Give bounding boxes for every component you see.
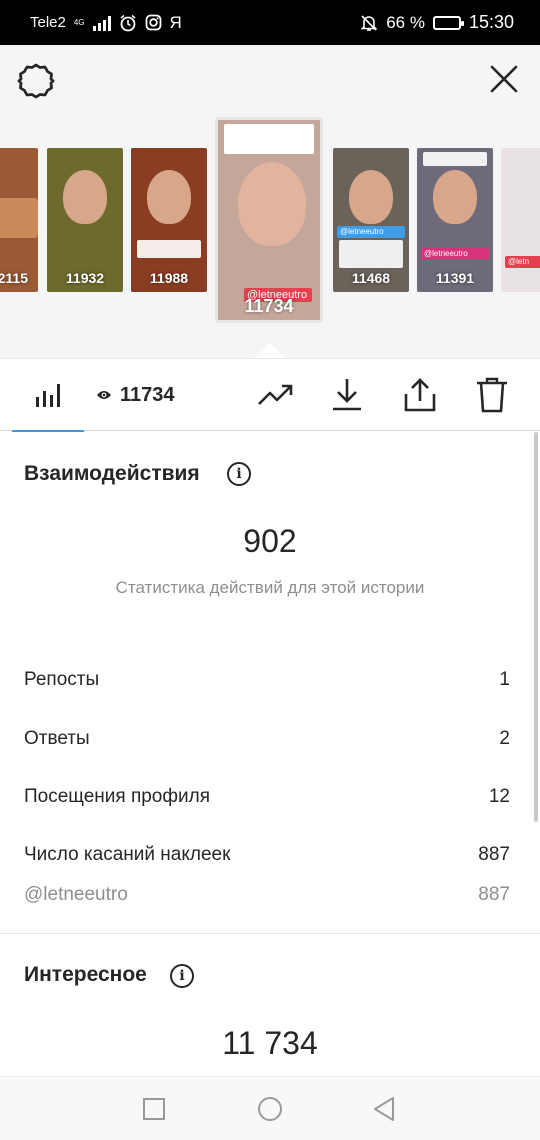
stat-label: Число касаний наклеек xyxy=(24,844,231,865)
story-thumbnail[interactable]: @letneeutro 11468 xyxy=(333,148,409,292)
story-image xyxy=(433,170,477,224)
story-thumbnail[interactable]: @letneeutro 11391 xyxy=(417,148,493,292)
story-image xyxy=(349,170,393,224)
story-view-count: 11468 xyxy=(351,270,391,286)
trending-icon xyxy=(258,384,293,405)
share-button[interactable] xyxy=(400,375,440,415)
back-button[interactable] xyxy=(368,1093,400,1125)
system-nav-bar xyxy=(0,1076,540,1140)
trash-icon xyxy=(477,377,507,413)
circle-icon xyxy=(258,1097,282,1121)
signal-icon xyxy=(92,15,111,31)
story-text-card xyxy=(339,240,403,268)
scrollbar[interactable] xyxy=(534,432,538,822)
story-thumbnail[interactable]: 11988 xyxy=(131,148,207,292)
battery-icon xyxy=(432,15,464,30)
stat-value: 887 xyxy=(478,844,510,865)
clock: 15:30 xyxy=(468,12,514,32)
download-button[interactable] xyxy=(327,375,367,415)
stat-value: 887 xyxy=(478,884,510,905)
stat-value: 12 xyxy=(488,786,510,807)
section-divider xyxy=(0,933,540,934)
stat-value: 1 xyxy=(499,669,510,690)
triangle-back-icon xyxy=(374,1097,394,1121)
story-image xyxy=(238,162,306,246)
discovery-title: Интересное xyxy=(24,963,147,986)
download-icon xyxy=(333,379,361,411)
story-toolbar: 11734 xyxy=(0,358,540,432)
stat-label: Репосты xyxy=(24,669,100,690)
info-icon[interactable]: i xyxy=(170,964,194,988)
story-view-count: 11932 xyxy=(65,270,105,286)
mention-sticker: @letneeutro xyxy=(337,226,405,238)
story-thumbnail[interactable]: 11932 xyxy=(47,148,123,292)
close-button[interactable] xyxy=(488,63,520,95)
story-view-count: 11391 xyxy=(435,270,475,286)
story-view-count: 11988 xyxy=(149,270,189,286)
stat-label: Посещения профиля xyxy=(24,786,210,807)
alarm-icon xyxy=(120,14,136,31)
stat-row-profile-visits: Посещения профиля 12 xyxy=(24,786,510,808)
insights-panel[interactable]: Взаимодействия i 902 Статистика действий… xyxy=(0,432,540,1076)
story-thumbnail[interactable]: @letn xyxy=(501,148,540,292)
stat-label: Ответы xyxy=(24,728,90,749)
story-thumbnail[interactable]: 2115 xyxy=(0,148,38,292)
mute-icon xyxy=(360,14,378,31)
gear-icon xyxy=(17,63,55,99)
story-image xyxy=(63,170,107,224)
story-text-card xyxy=(137,240,201,258)
yandex-icon: Я xyxy=(169,12,182,32)
story-image xyxy=(0,198,38,238)
story-text-card xyxy=(423,152,487,166)
discovery-total: 11 734 xyxy=(222,1025,318,1061)
mention-sticker: @letn xyxy=(505,256,540,268)
home-button[interactable] xyxy=(254,1093,286,1125)
interactions-title: Взаимодействия xyxy=(24,462,200,485)
mention-sticker: @letneeutro xyxy=(421,248,489,260)
viewers-count: 11734 xyxy=(120,383,175,406)
story-view-count: 2115 xyxy=(0,270,28,286)
story-view-count: 11734 xyxy=(244,296,294,316)
close-icon xyxy=(490,65,518,93)
tab-viewers[interactable]: 11734 xyxy=(96,377,175,413)
stat-row-sticker-taps: Число касаний наклеек 887 xyxy=(24,844,510,866)
share-icon xyxy=(404,378,436,412)
bar-chart-icon xyxy=(36,383,60,407)
stat-row-replies: Ответы 2 xyxy=(24,728,510,750)
recents-button[interactable] xyxy=(138,1093,170,1125)
stat-value: 2 xyxy=(499,728,510,749)
story-strip[interactable]: 2115 11932 11988 @letneeutro 11734 @letn… xyxy=(0,117,540,358)
square-icon xyxy=(143,1098,165,1120)
interactions-subtitle: Статистика действий для этой истории xyxy=(115,578,425,597)
promote-button[interactable] xyxy=(256,375,296,415)
eye-icon xyxy=(97,391,111,399)
interactions-total: 902 xyxy=(243,523,297,559)
carrier-name: Tele2 xyxy=(30,14,66,31)
status-right: 66 % 15:30 xyxy=(360,12,514,33)
status-left: Tele2 4G Я xyxy=(30,13,182,33)
selection-pointer xyxy=(254,343,286,358)
battery-percent: 66 % xyxy=(386,12,425,32)
stat-row-reposts: Репосты 1 xyxy=(24,669,510,691)
stat-label: @letneeutro xyxy=(24,884,128,905)
top-bar xyxy=(0,45,540,117)
instagram-icon xyxy=(145,14,161,31)
settings-button[interactable] xyxy=(16,61,56,101)
tab-insights[interactable] xyxy=(12,359,84,432)
status-bar: Tele2 4G Я 66 % 15:30 xyxy=(0,0,540,45)
delete-button[interactable] xyxy=(472,375,512,415)
network-type: 4G xyxy=(73,17,85,27)
stat-row-mention-sticker[interactable]: @letneeutro 887 xyxy=(24,884,510,906)
info-icon[interactable]: i xyxy=(227,462,251,486)
selected-story[interactable]: @letneeutro 11734 xyxy=(215,117,323,323)
story-caption xyxy=(224,124,314,154)
story-image xyxy=(147,170,191,224)
